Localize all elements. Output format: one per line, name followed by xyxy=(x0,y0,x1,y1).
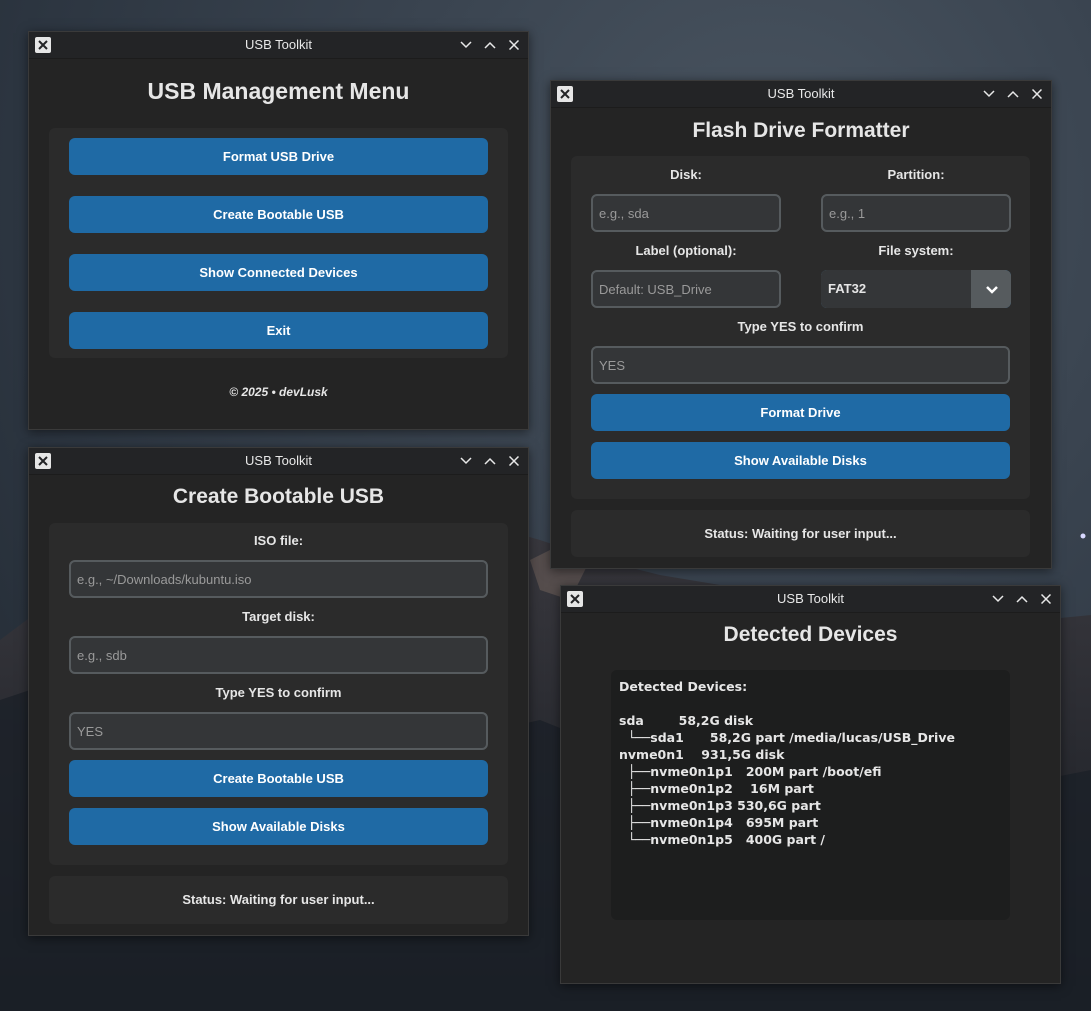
window-title: USB Toolkit xyxy=(245,37,312,52)
show-disks-button[interactable]: Show Available Disks xyxy=(69,808,488,845)
status-text: Status: Waiting for user input... xyxy=(49,876,508,924)
minimize-icon[interactable] xyxy=(990,591,1006,607)
confirm-field[interactable] xyxy=(69,712,488,750)
exit-button[interactable]: Exit xyxy=(69,312,488,349)
close-icon[interactable] xyxy=(35,37,51,53)
close-x-icon[interactable] xyxy=(506,453,522,469)
format-drive-button[interactable]: Format Drive xyxy=(591,394,1010,431)
page-title: USB Management Menu xyxy=(147,78,410,104)
confirm-label: Type YES to confirm xyxy=(215,685,342,700)
titlebar[interactable]: USB Toolkit xyxy=(561,586,1060,613)
close-x-icon[interactable] xyxy=(506,37,522,53)
formatter-window: USB Toolkit Flash Drive Formatter Disk: … xyxy=(550,80,1052,569)
close-x-icon[interactable] xyxy=(1038,591,1054,607)
maximize-icon[interactable] xyxy=(482,453,498,469)
window-title: USB Toolkit xyxy=(777,591,844,606)
close-icon[interactable] xyxy=(35,453,51,469)
filesystem-label: File system: xyxy=(878,243,954,258)
target-disk-field[interactable] xyxy=(69,636,488,674)
target-disk-label: Target disk: xyxy=(242,609,315,624)
format-usb-button[interactable]: Format USB Drive xyxy=(69,138,488,175)
iso-label: ISO file: xyxy=(253,533,304,548)
bootable-window: USB Toolkit Create Bootable USB ISO file… xyxy=(28,447,529,936)
close-icon[interactable] xyxy=(567,591,583,607)
create-bootable-button[interactable]: Create Bootable USB xyxy=(69,760,488,797)
minimize-icon[interactable] xyxy=(458,37,474,53)
filesystem-select[interactable]: FAT32 xyxy=(821,270,1011,308)
titlebar[interactable]: USB Toolkit xyxy=(29,32,528,59)
confirm-label: Type YES to confirm xyxy=(737,319,864,334)
page-title: Detected Devices xyxy=(723,623,898,646)
window-title: USB Toolkit xyxy=(245,453,312,468)
confirm-field[interactable] xyxy=(591,346,1010,384)
page-title: Flash Drive Formatter xyxy=(692,119,910,142)
show-devices-button[interactable]: Show Connected Devices xyxy=(69,254,488,291)
chevron-down-icon xyxy=(985,283,999,301)
status-text: Status: Waiting for user input... xyxy=(571,510,1030,557)
window-title: USB Toolkit xyxy=(767,86,835,101)
disk-field[interactable] xyxy=(591,194,781,232)
minimize-icon[interactable] xyxy=(458,453,474,469)
partition-field[interactable] xyxy=(821,194,1011,232)
maximize-icon[interactable] xyxy=(1005,86,1021,102)
footer-credit: © 2025 • devLusk xyxy=(229,385,328,399)
create-bootable-button[interactable]: Create Bootable USB xyxy=(69,196,488,233)
menu-window: USB Toolkit USB Management Menu Format U… xyxy=(28,31,529,430)
page-title: Create Bootable USB xyxy=(172,485,385,508)
titlebar[interactable]: USB Toolkit xyxy=(551,81,1051,108)
show-disks-button[interactable]: Show Available Disks xyxy=(591,442,1010,479)
volume-label-label: Label (optional): xyxy=(635,243,737,258)
close-icon[interactable] xyxy=(557,86,573,102)
close-x-icon[interactable] xyxy=(1029,86,1045,102)
partition-label: Partition: xyxy=(887,167,945,182)
filesystem-value: FAT32 xyxy=(828,281,867,296)
volume-label-field[interactable] xyxy=(591,270,781,308)
maximize-icon[interactable] xyxy=(1014,591,1030,607)
disk-label: Disk: xyxy=(670,167,702,182)
maximize-icon[interactable] xyxy=(482,37,498,53)
minimize-icon[interactable] xyxy=(981,86,997,102)
devices-output[interactable]: Detected Devices: sda 58,2G disk └──sda1… xyxy=(611,670,1010,920)
devices-window: USB Toolkit Detected Devices Detected De… xyxy=(560,585,1061,984)
titlebar[interactable]: USB Toolkit xyxy=(29,448,528,475)
iso-field[interactable] xyxy=(69,560,488,598)
